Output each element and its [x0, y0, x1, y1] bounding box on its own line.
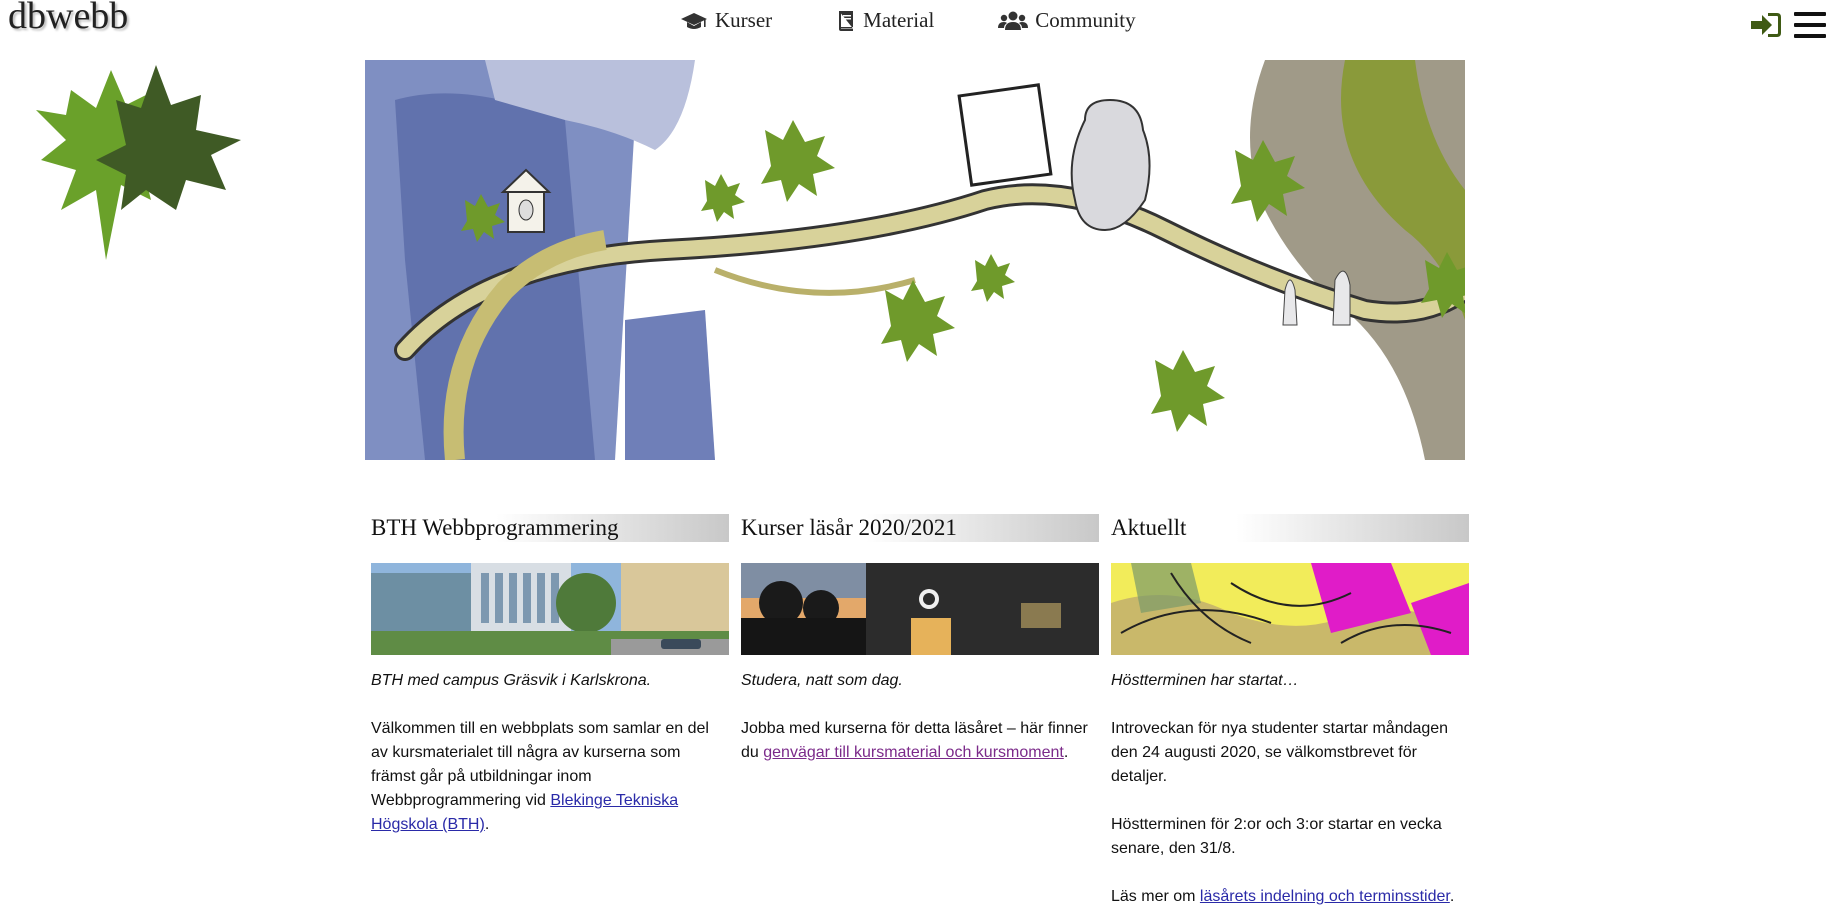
- night-building-photo: [741, 563, 1099, 655]
- nav-community[interactable]: Community: [998, 8, 1136, 33]
- site-title[interactable]: dbwebb: [8, 0, 128, 38]
- column-caption: Höstterminen har startat…: [1111, 672, 1299, 689]
- sign-in-icon[interactable]: [1749, 10, 1783, 40]
- column-bth: BTH Webbprogrammering BTH med campus Grä…: [371, 514, 729, 909]
- maple-leaf-logo: [36, 65, 241, 260]
- nav-community-label: Community: [1035, 8, 1136, 32]
- nav-material[interactable]: Material: [836, 8, 934, 33]
- text-segment: Läs mer om: [1111, 888, 1200, 905]
- column-heading: BTH Webbprogrammering: [371, 514, 729, 542]
- header-actions: [1749, 10, 1827, 40]
- book-icon: [839, 10, 854, 31]
- colorful-art-photo: [1111, 563, 1469, 655]
- news-paragraph: Höstterminen för 2:or och 3:or startar e…: [1111, 816, 1442, 857]
- column-news: Aktuellt Höstterminen har startat… Intro…: [1111, 514, 1469, 909]
- column-heading: Kurser läsår 2020/2021: [741, 514, 1099, 542]
- nav-kurser-label: Kurser: [715, 8, 773, 32]
- users-icon: [998, 11, 1029, 30]
- content-columns: BTH Webbprogrammering BTH med campus Grä…: [371, 514, 1471, 909]
- course-shortcuts-link[interactable]: genvägar till kursmaterial och kursmomen…: [763, 744, 1064, 761]
- column-caption: BTH med campus Gräsvik i Karlskrona.: [371, 672, 652, 689]
- hero-illustration: [365, 60, 1465, 460]
- column-text: Jobba med kurserna för detta läsåret – h…: [741, 717, 1099, 765]
- column-text: Läs mer om läsårets indelning och termin…: [1111, 885, 1469, 909]
- graduation-cap-icon: [681, 12, 707, 29]
- hamburger-menu-icon[interactable]: [1793, 10, 1827, 40]
- column-text: Välkommen till en webbplats som samlar e…: [371, 717, 729, 837]
- column-heading: Aktuellt: [1111, 514, 1469, 542]
- nav-material-label: Material: [863, 8, 935, 32]
- news-paragraph: Introveckan för nya studenter startar må…: [1111, 720, 1449, 785]
- term-dates-link[interactable]: läsårets indelning och terminsstider: [1200, 888, 1450, 905]
- column-courses: Kurser läsår 2020/2021 Studera, natt som…: [741, 514, 1099, 909]
- main-navigation: Kurser Material Community: [680, 8, 1136, 33]
- text-segment: .: [1449, 888, 1455, 905]
- text-segment: .: [1063, 744, 1069, 761]
- campus-photo: [371, 563, 729, 655]
- column-caption: Studera, natt som dag.: [741, 672, 903, 689]
- nav-kurser[interactable]: Kurser: [680, 8, 772, 33]
- text-segment: .: [484, 816, 490, 833]
